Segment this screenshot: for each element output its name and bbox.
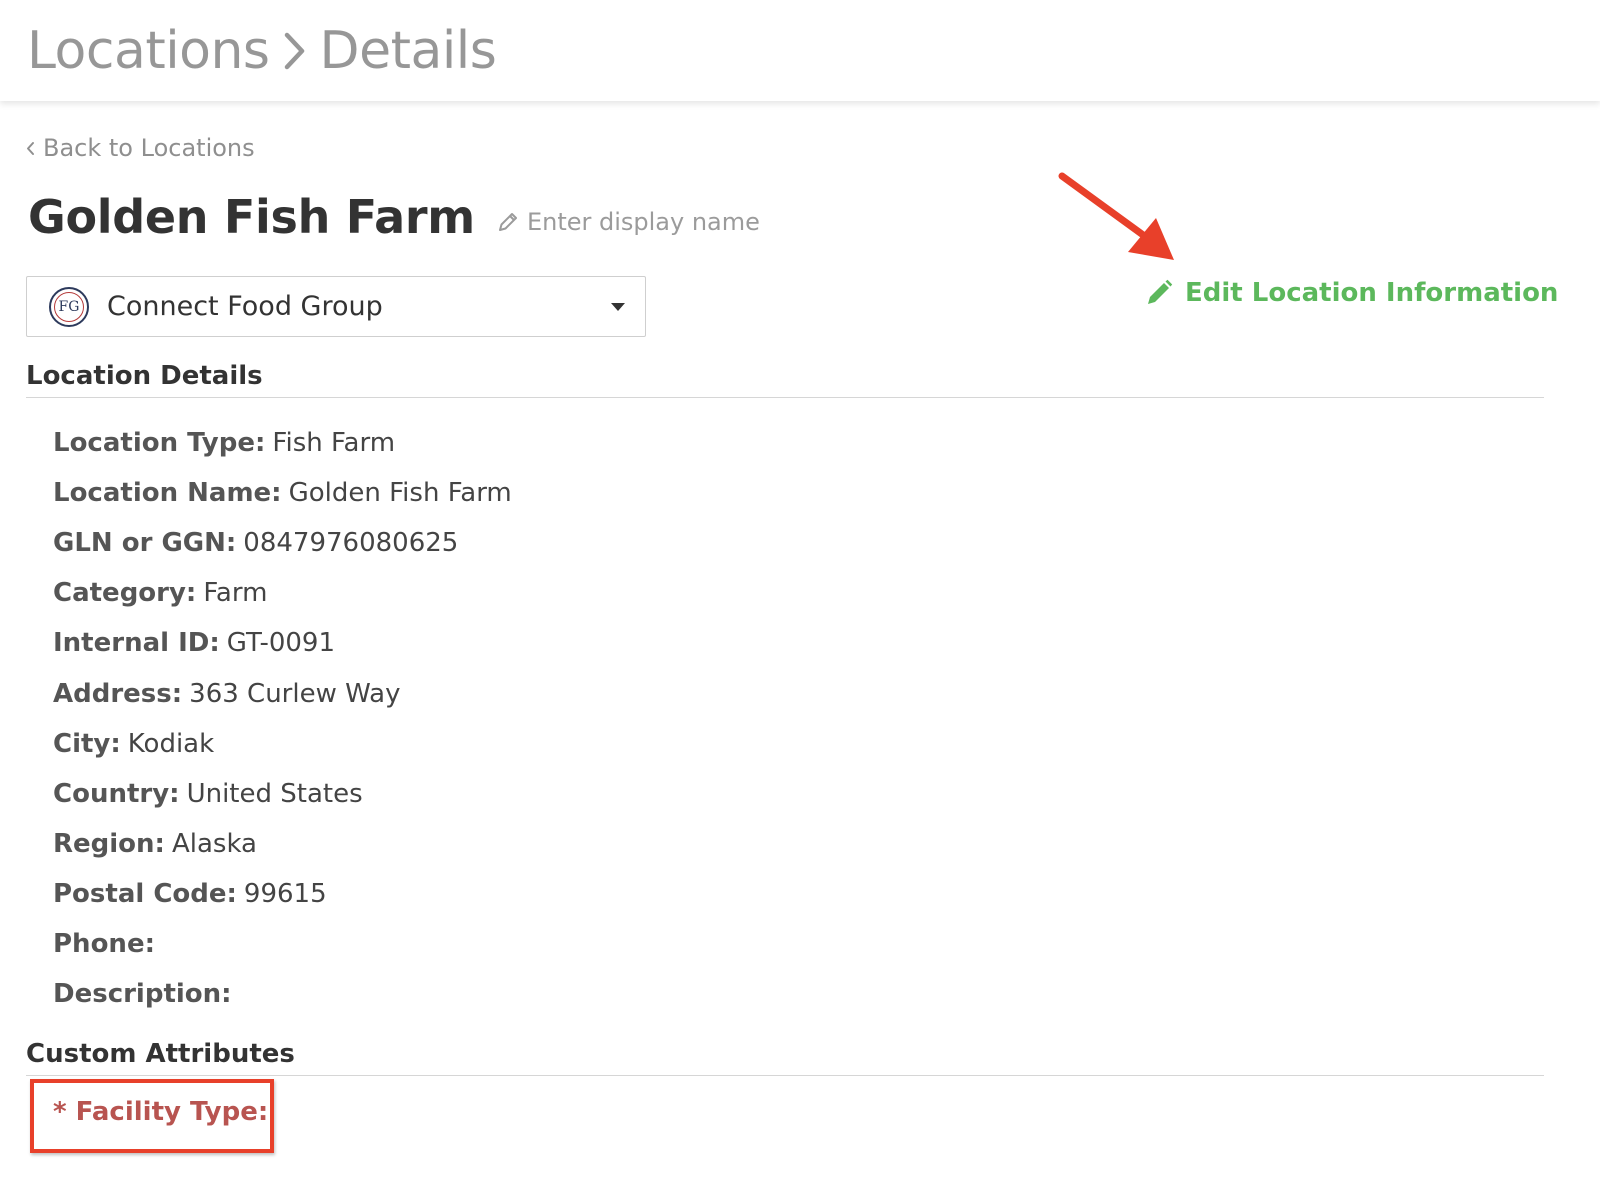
detail-label: Description: bbox=[53, 979, 232, 1010]
page-header: Locations Details bbox=[0, 0, 1600, 101]
page-title: Golden Fish Farm bbox=[28, 190, 475, 244]
location-details-page: Locations Details Back to Locations Gold… bbox=[0, 0, 1600, 1183]
detail-value: Fish Farm bbox=[272, 428, 396, 459]
edit-link-label: Edit Location Information bbox=[1185, 278, 1559, 308]
chevron-left-icon bbox=[26, 141, 35, 156]
detail-value: Alaska bbox=[171, 828, 257, 859]
detail-value: Kodiak bbox=[127, 728, 215, 759]
detail-label: Region: bbox=[53, 828, 165, 859]
title-row: Golden Fish Farm Enter display name bbox=[28, 190, 760, 244]
detail-row-description: Description: bbox=[53, 969, 512, 1019]
detail-value: 0847976080625 bbox=[243, 528, 459, 559]
back-link-label: Back to Locations bbox=[43, 134, 255, 162]
pencil-icon bbox=[497, 211, 519, 233]
detail-value: Golden Fish Farm bbox=[288, 478, 512, 509]
breadcrumb-details: Details bbox=[319, 20, 497, 81]
facility-type-label: * Facility Type: bbox=[53, 1097, 269, 1127]
organization-select[interactable]: FG Connect Food Group bbox=[26, 276, 646, 337]
detail-label: Category: bbox=[53, 578, 197, 609]
organization-select-value: Connect Food Group bbox=[107, 291, 383, 322]
detail-value: Farm bbox=[203, 578, 268, 609]
section-divider bbox=[26, 1075, 1544, 1076]
chevron-right-icon bbox=[284, 32, 306, 70]
detail-value: United States bbox=[186, 778, 363, 809]
detail-row-country: Country: United States bbox=[53, 769, 512, 819]
detail-label: City: bbox=[53, 728, 121, 759]
section-divider bbox=[26, 397, 1544, 398]
display-name-placeholder: Enter display name bbox=[526, 208, 760, 236]
detail-row-location-name: Location Name: Golden Fish Farm bbox=[53, 468, 512, 518]
detail-value: 99615 bbox=[243, 878, 327, 909]
detail-label: Internal ID: bbox=[53, 628, 220, 659]
annotation-arrow-icon bbox=[1058, 172, 1174, 260]
detail-label: Location Type: bbox=[53, 428, 266, 459]
organization-logo-text: FG bbox=[58, 298, 80, 315]
detail-row-phone: Phone: bbox=[53, 919, 512, 969]
detail-row-category: Category: Farm bbox=[53, 568, 512, 618]
detail-label: Country: bbox=[53, 778, 180, 809]
detail-label: Location Name: bbox=[53, 478, 282, 509]
detail-label: Address: bbox=[53, 678, 183, 709]
edit-location-information-link[interactable]: Edit Location Information bbox=[1145, 278, 1558, 308]
organization-logo: FG bbox=[49, 286, 89, 327]
detail-label: GLN or GGN: bbox=[53, 528, 237, 559]
detail-label: Postal Code: bbox=[53, 878, 237, 909]
custom-attributes-heading: Custom Attributes bbox=[26, 1039, 295, 1069]
breadcrumb: Locations Details bbox=[27, 20, 497, 81]
back-to-locations-link[interactable]: Back to Locations bbox=[26, 134, 255, 162]
detail-value: 363 Curlew Way bbox=[189, 678, 401, 709]
detail-row-address: Address: 363 Curlew Way bbox=[53, 668, 512, 718]
detail-row-region: Region: Alaska bbox=[53, 819, 512, 869]
detail-row-location-type: Location Type: Fish Farm bbox=[53, 418, 512, 468]
pencil-icon bbox=[1145, 279, 1173, 307]
detail-value: GT-0091 bbox=[226, 628, 336, 659]
dropdown-caret-icon bbox=[611, 303, 625, 311]
detail-row-city: City: Kodiak bbox=[53, 719, 512, 769]
detail-row-postal-code: Postal Code: 99615 bbox=[53, 869, 512, 919]
display-name-editor[interactable]: Enter display name bbox=[497, 208, 760, 236]
detail-row-internal-id: Internal ID: GT-0091 bbox=[53, 618, 512, 668]
detail-row-gln: GLN or GGN: 0847976080625 bbox=[53, 518, 512, 568]
location-details-list: Location Type: Fish Farm Location Name: … bbox=[53, 418, 512, 1019]
location-details-heading: Location Details bbox=[26, 361, 263, 391]
breadcrumb-locations[interactable]: Locations bbox=[27, 21, 270, 81]
detail-label: Phone: bbox=[53, 928, 155, 959]
